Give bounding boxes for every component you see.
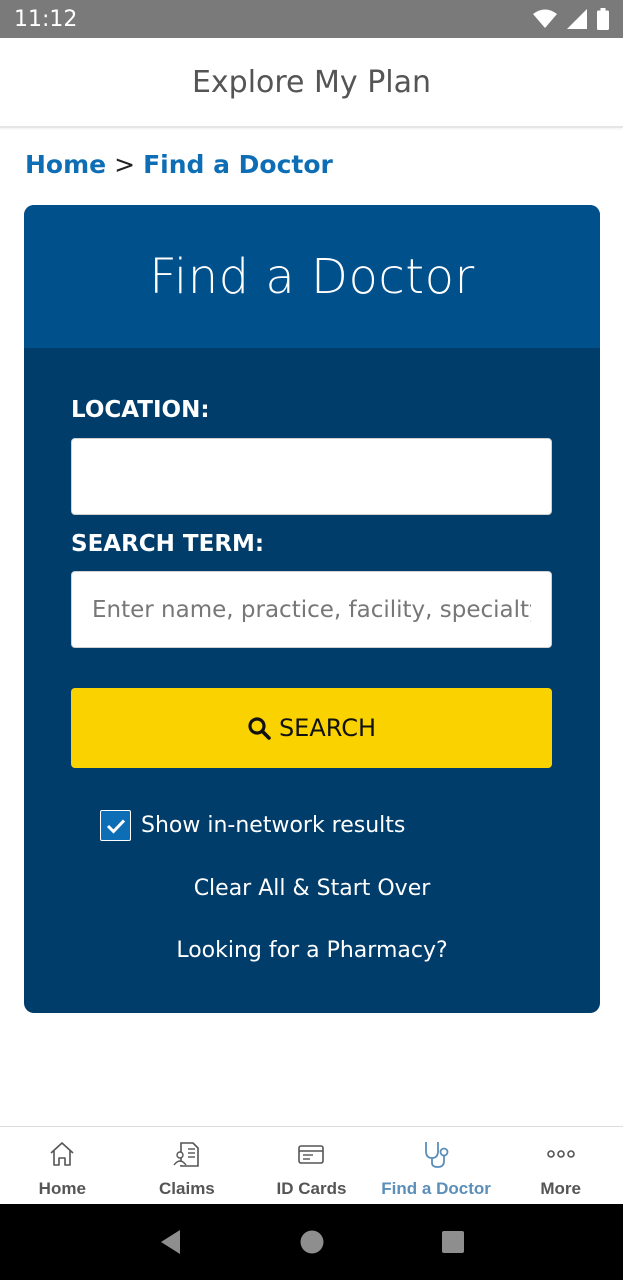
status-bar: 11:12 bbox=[0, 0, 623, 38]
in-network-checkbox[interactable] bbox=[100, 810, 131, 841]
clear-all-link[interactable]: Clear All & Start Over bbox=[24, 876, 600, 901]
recents-icon[interactable] bbox=[441, 1230, 465, 1254]
location-label: LOCATION: bbox=[71, 397, 210, 423]
claims-icon bbox=[173, 1142, 199, 1167]
breadcrumb-current-link[interactable]: Find a Doctor bbox=[143, 150, 333, 179]
search-term-label: SEARCH TERM: bbox=[71, 531, 265, 557]
cell-signal-icon bbox=[567, 9, 587, 29]
card-title: Find a Doctor bbox=[149, 248, 475, 305]
search-button[interactable]: SEARCH bbox=[71, 688, 552, 768]
tab-home-label: Home bbox=[38, 1179, 86, 1198]
page-title: Explore My Plan bbox=[191, 64, 432, 100]
home-icon bbox=[50, 1142, 74, 1166]
in-network-label: Show in-network results bbox=[141, 813, 406, 838]
battery-icon bbox=[597, 8, 609, 30]
status-time: 11:12 bbox=[14, 6, 78, 32]
tab-more[interactable]: More bbox=[498, 1127, 623, 1204]
checkmark-icon bbox=[106, 818, 125, 834]
more-icon bbox=[546, 1150, 575, 1158]
tab-home[interactable]: Home bbox=[0, 1127, 125, 1204]
pharmacy-link[interactable]: Looking for a Pharmacy? bbox=[24, 938, 600, 963]
tab-id-cards[interactable]: ID Cards bbox=[249, 1127, 374, 1204]
card-header: Find a Doctor bbox=[24, 205, 600, 348]
id-card-icon bbox=[298, 1145, 325, 1164]
search-button-label: SEARCH bbox=[278, 714, 377, 742]
tab-find-a-doctor[interactable]: Find a Doctor bbox=[374, 1127, 499, 1204]
bottom-tab-bar: Home Claims ID Cards Find a Doctor More bbox=[0, 1126, 623, 1204]
breadcrumb-separator: > bbox=[114, 150, 136, 179]
wifi-icon bbox=[533, 9, 557, 28]
app-header: Explore My Plan bbox=[0, 38, 623, 128]
tab-id-cards-label: ID Cards bbox=[276, 1179, 347, 1198]
location-input[interactable] bbox=[71, 438, 552, 515]
tab-more-label: More bbox=[540, 1179, 581, 1198]
stethoscope-icon bbox=[425, 1142, 449, 1168]
back-icon[interactable] bbox=[158, 1228, 184, 1256]
search-icon bbox=[248, 717, 271, 740]
breadcrumb: Home > Find a Doctor bbox=[25, 150, 333, 179]
tab-claims[interactable]: Claims bbox=[125, 1127, 250, 1204]
system-nav-bar bbox=[0, 1204, 623, 1280]
search-term-input[interactable] bbox=[71, 571, 552, 648]
in-network-toggle[interactable]: Show in-network results bbox=[100, 810, 405, 841]
tab-find-a-doctor-label: Find a Doctor bbox=[381, 1179, 491, 1198]
status-icons bbox=[533, 8, 609, 30]
tab-claims-label: Claims bbox=[159, 1179, 215, 1198]
find-doctor-card: Find a Doctor LOCATION: SEARCH TERM: SEA… bbox=[24, 205, 600, 1013]
breadcrumb-home-link[interactable]: Home bbox=[25, 150, 106, 179]
home-circle-icon[interactable] bbox=[299, 1229, 325, 1255]
